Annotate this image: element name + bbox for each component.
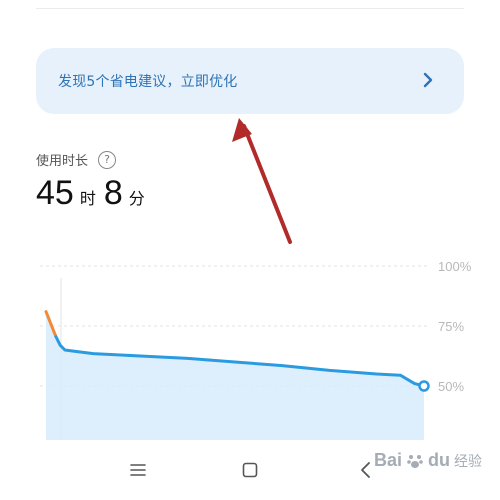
- paw-icon: [407, 454, 423, 468]
- watermark-brand: Bai: [373, 450, 402, 470]
- top-divider: [36, 8, 464, 9]
- suggestion-text: 发现5个省电建议，立即优化: [58, 74, 238, 90]
- chevron-right-icon: [423, 72, 433, 88]
- power-saving-suggestion-card[interactable]: 发现5个省电建议，立即优化: [36, 48, 464, 114]
- watermark-cn: 经验: [454, 453, 482, 470]
- baidu-jingyan-watermark: Bai du 经验: [374, 450, 482, 471]
- menu-icon[interactable]: [126, 458, 150, 482]
- current-level-point[interactable]: [418, 380, 430, 392]
- chart-y-ticks: 100% 75% 50%: [438, 259, 472, 394]
- usage-duration-label: 使用时长: [36, 154, 89, 169]
- home-icon[interactable]: [238, 458, 262, 482]
- y-tick-label: 75%: [438, 319, 464, 334]
- usage-duration-value: 45 时 8 分: [36, 174, 153, 213]
- usage-label-row: 使用时长 ?: [36, 150, 117, 169]
- usage-minutes: 8: [103, 174, 123, 212]
- usage-hours: 45: [36, 174, 74, 212]
- usage-minutes-unit: 分: [128, 189, 145, 208]
- y-tick-label: 50%: [438, 379, 464, 394]
- y-tick-label: 100%: [438, 259, 472, 274]
- battery-area-fill: [46, 311, 424, 440]
- usage-hours-unit: 时: [79, 189, 96, 208]
- battery-usage-chart: 100% 75% 50%: [40, 259, 472, 440]
- help-icon[interactable]: ?: [98, 150, 117, 169]
- watermark-brand-suffix: du: [428, 450, 450, 470]
